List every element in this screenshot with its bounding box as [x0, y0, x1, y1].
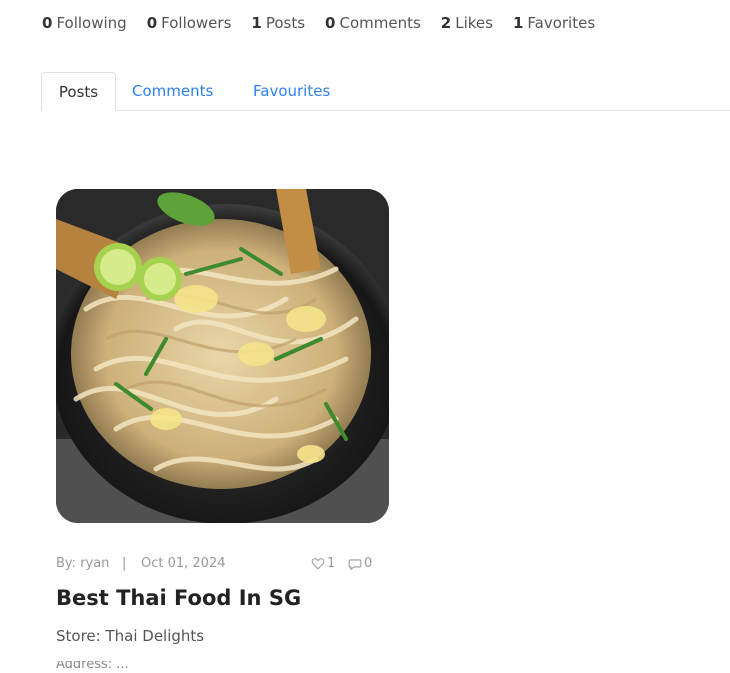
profile-tabs: Posts Comments Favourites [41, 72, 730, 111]
post-meta: By: ryan | Oct 01, 2024 1 0 [56, 556, 386, 576]
tab-comments[interactable]: Comments [132, 72, 213, 110]
stat-likes[interactable]: 2 Likes [441, 14, 493, 36]
stat-comments[interactable]: 0 Comments [325, 14, 421, 36]
profile-stats: 0 Following 0 Followers 1 Posts 0 Comments 2… [42, 14, 595, 36]
like-button[interactable]: 1 [311, 556, 335, 571]
noodle-dish-illustration [56, 189, 389, 523]
tab-posts[interactable]: Posts [41, 72, 116, 111]
meta-separator: | [122, 556, 127, 571]
comment-button[interactable]: 0 [348, 556, 372, 571]
post-address-truncated: Address: ... [56, 661, 129, 672]
post-store: Store: Thai Delights [56, 627, 205, 645]
stat-favorites[interactable]: 1 Favorites [513, 14, 595, 36]
stat-following[interactable]: 0 Following [42, 14, 127, 36]
comment-bubble-icon [348, 558, 362, 570]
stat-posts[interactable]: 1 Posts [251, 14, 305, 36]
post-image[interactable] [56, 189, 389, 523]
post-title[interactable]: Best Thai Food In SG [56, 586, 301, 610]
like-count: 1 [327, 556, 336, 571]
heart-outline-icon [311, 557, 325, 569]
tab-favourites[interactable]: Favourites [253, 72, 330, 110]
stat-followers[interactable]: 0 Followers [147, 14, 232, 36]
post-date: Oct 01, 2024 [141, 556, 226, 571]
comment-count: 0 [364, 556, 373, 571]
post-author[interactable]: By: ryan [56, 556, 109, 571]
